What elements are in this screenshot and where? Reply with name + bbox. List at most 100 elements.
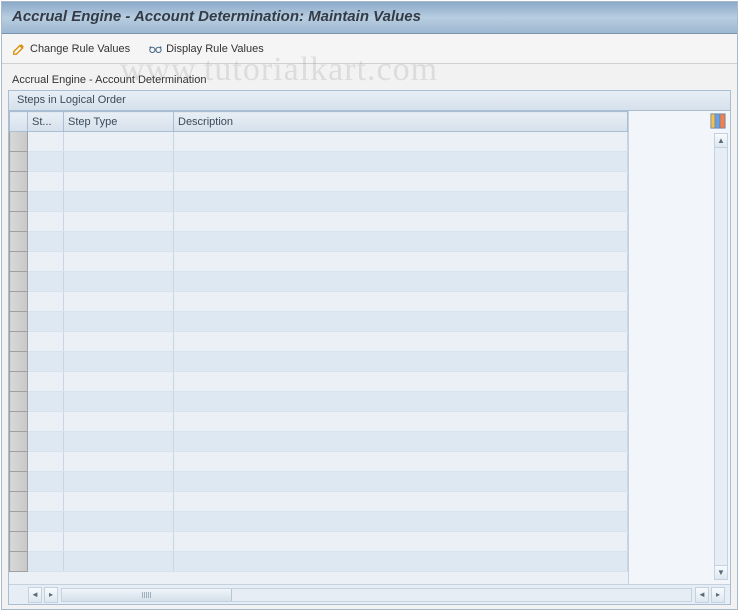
table-row[interactable] [10, 332, 628, 352]
cell-step[interactable] [28, 412, 64, 432]
column-selector[interactable] [10, 112, 28, 132]
cell-step-type[interactable] [64, 152, 174, 172]
cell-step[interactable] [28, 212, 64, 232]
cell-description[interactable] [174, 552, 628, 572]
cell-step-type[interactable] [64, 372, 174, 392]
table-row[interactable] [10, 452, 628, 472]
cell-step-type[interactable] [64, 492, 174, 512]
cell-description[interactable] [174, 232, 628, 252]
cell-step-type[interactable] [64, 172, 174, 192]
column-step-type[interactable]: Step Type [64, 112, 174, 132]
cell-description[interactable] [174, 352, 628, 372]
cell-step[interactable] [28, 492, 64, 512]
row-selector[interactable] [10, 252, 28, 272]
cell-step[interactable] [28, 192, 64, 212]
cell-description[interactable] [174, 212, 628, 232]
table-row[interactable] [10, 552, 628, 572]
table-row[interactable] [10, 412, 628, 432]
cell-step-type[interactable] [64, 552, 174, 572]
row-selector[interactable] [10, 152, 28, 172]
row-selector[interactable] [10, 492, 28, 512]
cell-step-type[interactable] [64, 312, 174, 332]
column-description[interactable]: Description [174, 112, 628, 132]
row-selector[interactable] [10, 552, 28, 572]
table-row[interactable] [10, 292, 628, 312]
row-selector[interactable] [10, 172, 28, 192]
table-row[interactable] [10, 152, 628, 172]
table-row[interactable] [10, 192, 628, 212]
row-selector[interactable] [10, 232, 28, 252]
scroll-down-arrow-icon[interactable]: ▼ [715, 565, 727, 579]
column-step[interactable]: St... [28, 112, 64, 132]
cell-description[interactable] [174, 532, 628, 552]
cell-step[interactable] [28, 552, 64, 572]
cell-description[interactable] [174, 492, 628, 512]
cell-step-type[interactable] [64, 272, 174, 292]
scroll-up-arrow-icon[interactable]: ▲ [715, 134, 727, 148]
cell-step[interactable] [28, 152, 64, 172]
cell-description[interactable] [174, 272, 628, 292]
cell-step-type[interactable] [64, 292, 174, 312]
cell-step-type[interactable] [64, 352, 174, 372]
cell-step[interactable] [28, 432, 64, 452]
cell-step-type[interactable] [64, 232, 174, 252]
row-selector[interactable] [10, 372, 28, 392]
row-selector[interactable] [10, 312, 28, 332]
row-selector[interactable] [10, 412, 28, 432]
horizontal-scroll-thumb[interactable] [62, 589, 232, 601]
row-selector[interactable] [10, 432, 28, 452]
cell-description[interactable] [174, 172, 628, 192]
table-row[interactable] [10, 372, 628, 392]
scroll-last-arrow-icon[interactable]: ▸ [711, 587, 725, 603]
table-row[interactable] [10, 432, 628, 452]
cell-description[interactable] [174, 472, 628, 492]
table-row[interactable] [10, 472, 628, 492]
table-row[interactable] [10, 212, 628, 232]
cell-description[interactable] [174, 452, 628, 472]
cell-step[interactable] [28, 172, 64, 192]
cell-description[interactable] [174, 152, 628, 172]
cell-description[interactable] [174, 132, 628, 152]
cell-step-type[interactable] [64, 252, 174, 272]
cell-step-type[interactable] [64, 392, 174, 412]
table-row[interactable] [10, 352, 628, 372]
cell-description[interactable] [174, 292, 628, 312]
table-row[interactable] [10, 232, 628, 252]
row-selector[interactable] [10, 192, 28, 212]
row-selector[interactable] [10, 352, 28, 372]
cell-description[interactable] [174, 372, 628, 392]
cell-step[interactable] [28, 392, 64, 412]
cell-step[interactable] [28, 372, 64, 392]
cell-description[interactable] [174, 392, 628, 412]
row-selector[interactable] [10, 332, 28, 352]
scroll-left-arrow-icon[interactable]: ▸ [44, 587, 58, 603]
row-selector[interactable] [10, 532, 28, 552]
cell-step-type[interactable] [64, 192, 174, 212]
cell-step-type[interactable] [64, 432, 174, 452]
cell-step[interactable] [28, 312, 64, 332]
cell-description[interactable] [174, 432, 628, 452]
cell-step[interactable] [28, 452, 64, 472]
cell-step-type[interactable] [64, 472, 174, 492]
cell-step[interactable] [28, 332, 64, 352]
row-selector[interactable] [10, 452, 28, 472]
cell-step-type[interactable] [64, 132, 174, 152]
cell-step[interactable] [28, 272, 64, 292]
table-row[interactable] [10, 312, 628, 332]
table-row[interactable] [10, 132, 628, 152]
table-row[interactable] [10, 532, 628, 552]
cell-description[interactable] [174, 252, 628, 272]
row-selector[interactable] [10, 132, 28, 152]
cell-step[interactable] [28, 132, 64, 152]
cell-step-type[interactable] [64, 452, 174, 472]
cell-step[interactable] [28, 232, 64, 252]
table-row[interactable] [10, 172, 628, 192]
horizontal-scrollbar[interactable] [61, 588, 692, 602]
table-row[interactable] [10, 512, 628, 532]
display-rule-values-button[interactable]: Display Rule Values [144, 40, 268, 58]
cell-step[interactable] [28, 292, 64, 312]
cell-step[interactable] [28, 352, 64, 372]
cell-description[interactable] [174, 332, 628, 352]
scroll-first-arrow-icon[interactable]: ◄ [28, 587, 42, 603]
cell-step-type[interactable] [64, 212, 174, 232]
